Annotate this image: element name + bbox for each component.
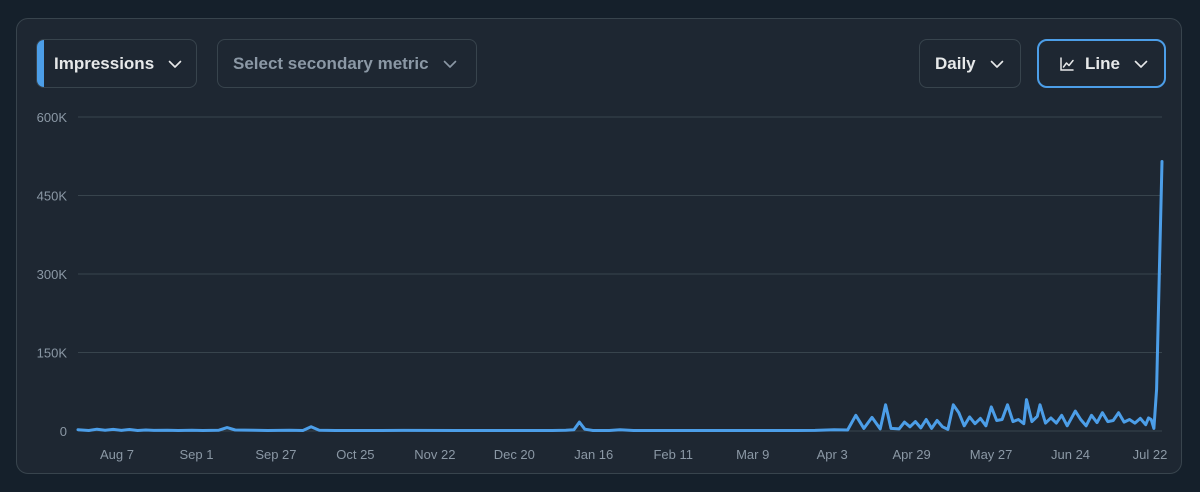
x-tick-label: Apr 29: [892, 447, 930, 462]
y-tick-label: 600K: [37, 110, 68, 125]
x-tick-label: Jun 24: [1051, 447, 1090, 462]
x-tick-label: Aug 7: [100, 447, 134, 462]
x-tick-label: Mar 9: [736, 447, 769, 462]
x-tick-label: Oct 25: [336, 447, 374, 462]
x-tick-label: Dec 20: [494, 447, 535, 462]
impressions-line-chart: 600K 450K 300K 150K 0 Aug 7 Sep 1 Sep 27 Oct 25 N…: [37, 110, 1168, 462]
impressions-series-line: [76, 160, 1164, 432]
x-tick-label: Sep 1: [179, 447, 213, 462]
x-tick-label: May 27: [970, 447, 1013, 462]
y-tick-label: 150K: [37, 346, 68, 361]
analytics-card: Impressions Select secondary metric Dail…: [16, 18, 1182, 474]
x-tick-label: Feb 11: [653, 447, 693, 462]
y-tick-label: 300K: [37, 267, 68, 282]
y-tick-label: 0: [60, 424, 67, 439]
x-tick-label: Jul 22: [1133, 447, 1168, 462]
x-tick-label: Sep 27: [255, 447, 296, 462]
x-tick-label: Nov 22: [414, 447, 455, 462]
y-tick-label: 450K: [37, 189, 68, 204]
x-tick-label: Apr 3: [817, 447, 848, 462]
x-tick-label: Jan 16: [574, 447, 613, 462]
